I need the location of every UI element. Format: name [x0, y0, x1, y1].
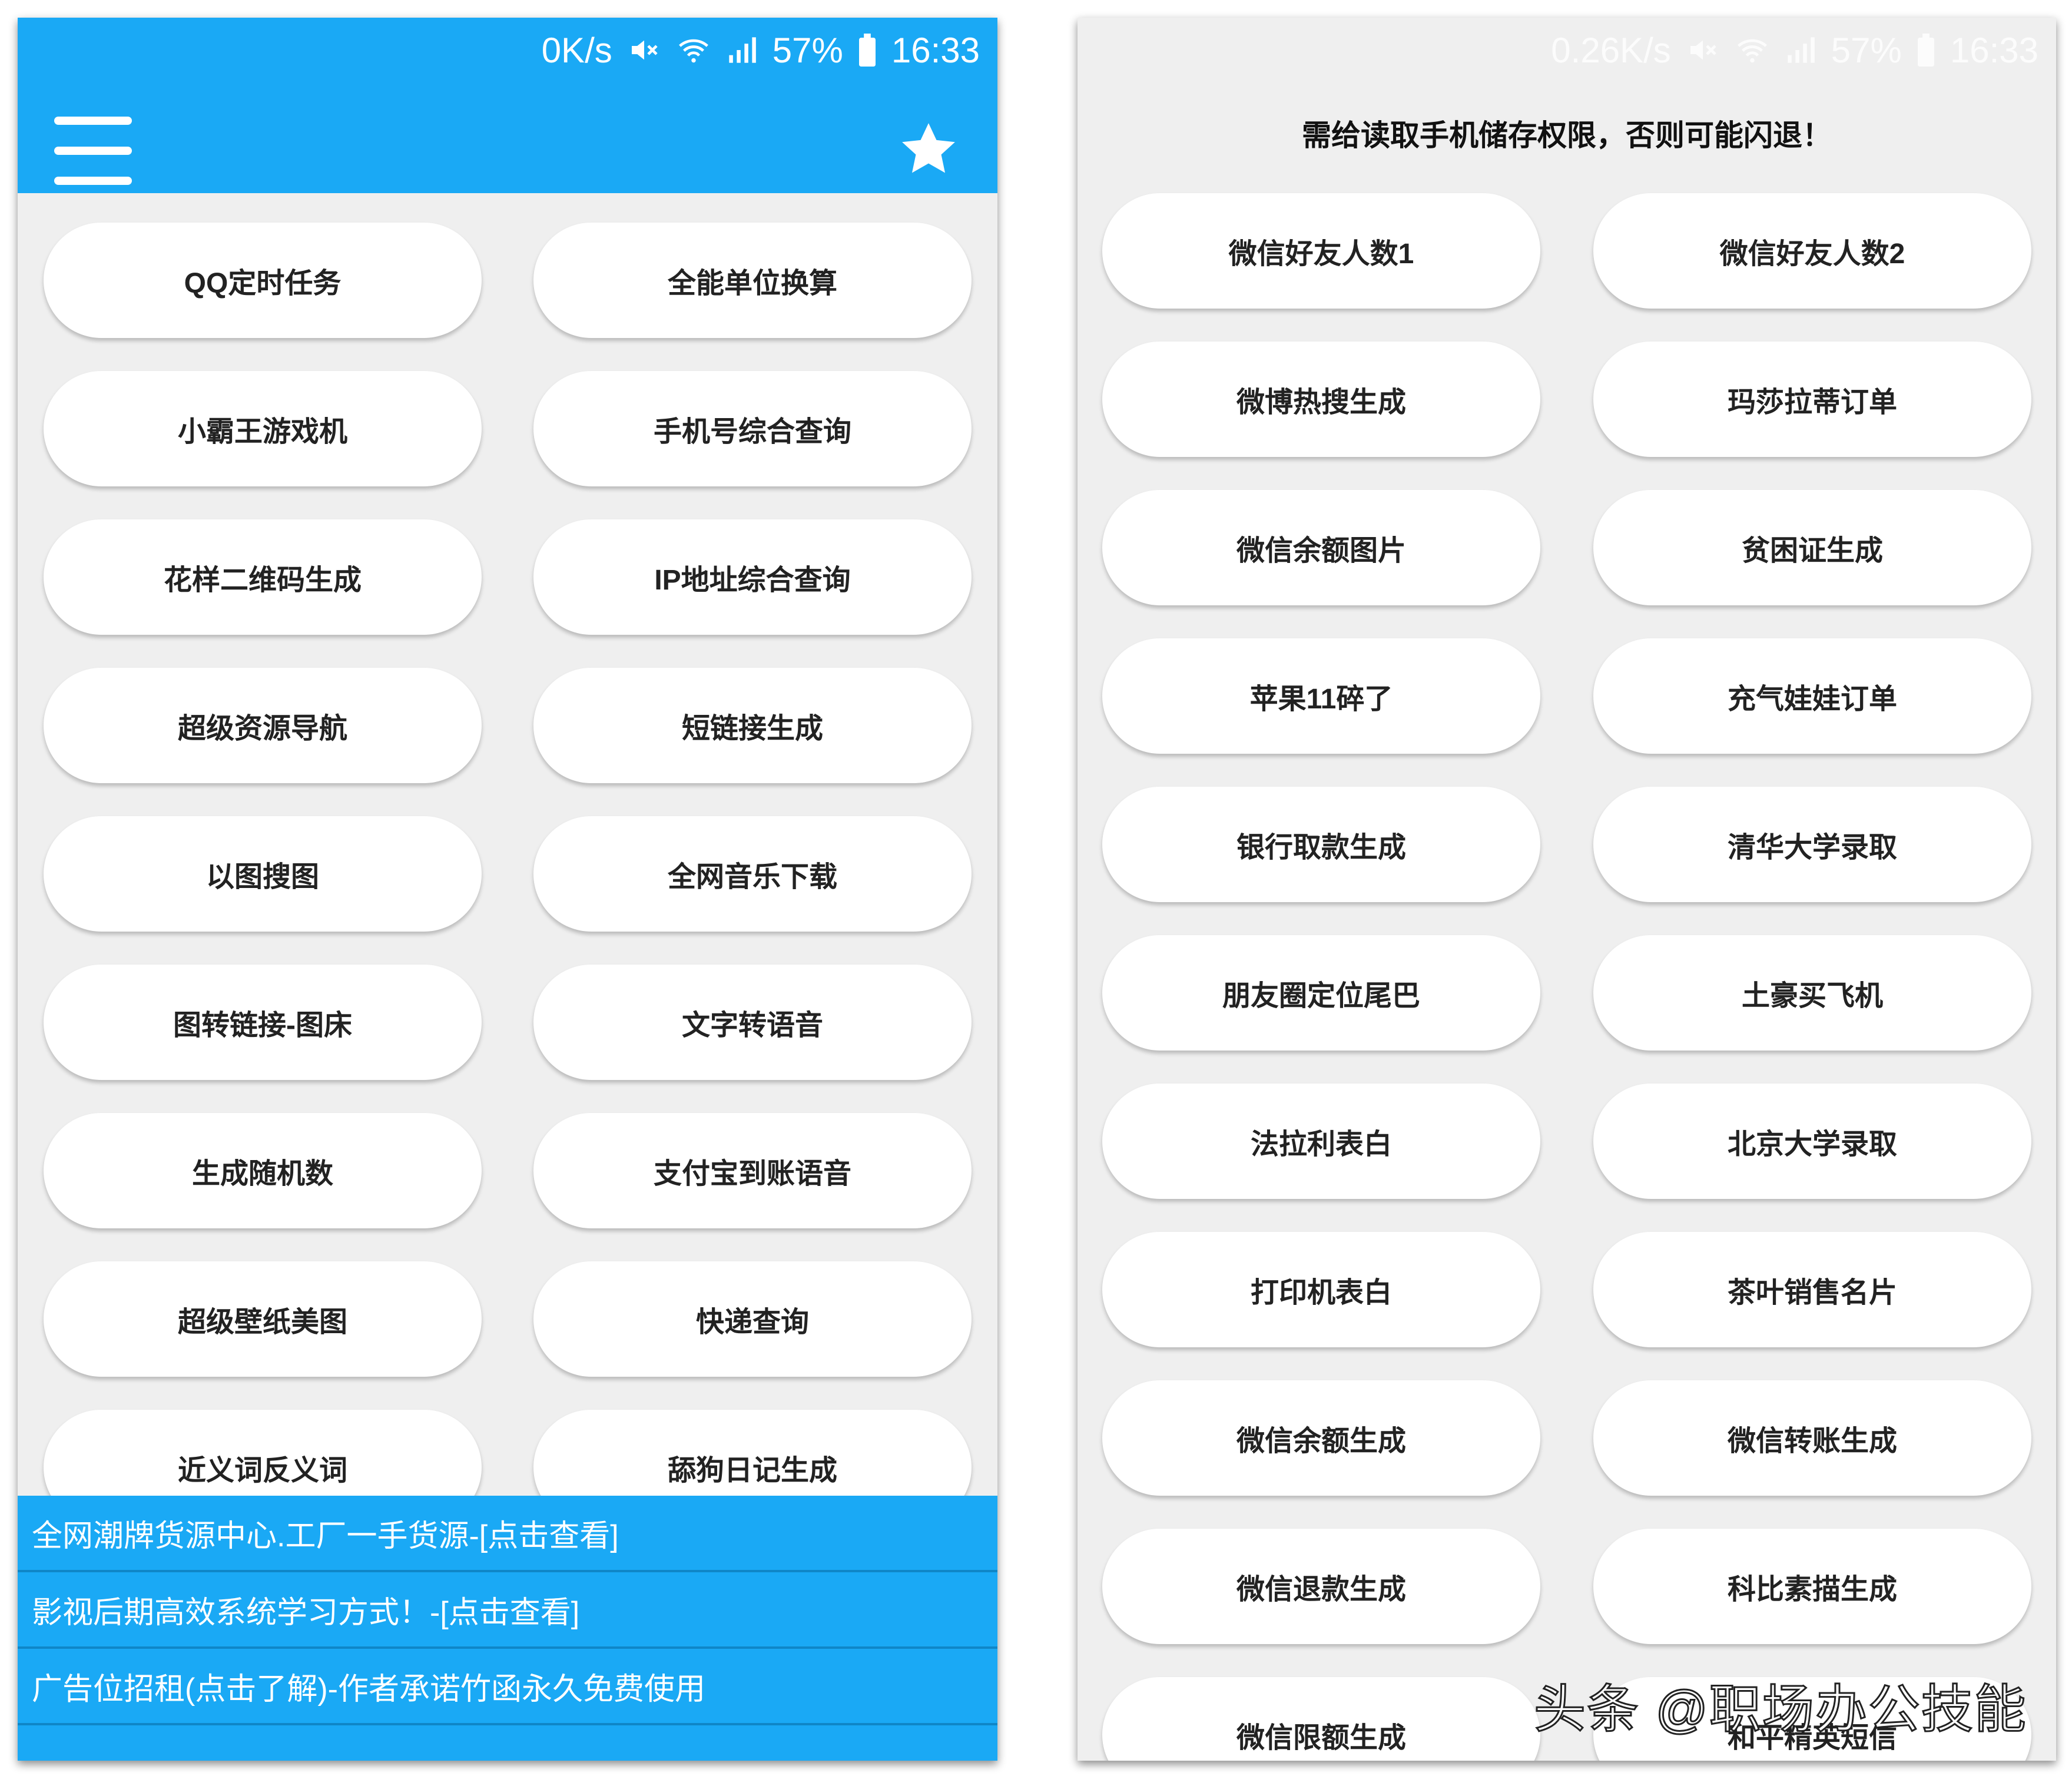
tool-button-poverty-certificate[interactable]: 贫困证生成	[1593, 490, 2031, 605]
status-bar: 0K/s 57% 16:33	[18, 18, 997, 82]
tool-button-moments-location[interactable]: 朋友圈定位尾巴	[1102, 935, 1540, 1051]
tool-button-doll-order[interactable]: 充气娃娃订单	[1593, 638, 2031, 754]
tool-button-peking-admission[interactable]: 北京大学录取	[1593, 1084, 2031, 1199]
tool-button-wechat-refund[interactable]: 微信退款生成	[1102, 1529, 1540, 1644]
ad-link[interactable]: 广告位招租(点击了解)-作者承诺竹函永久免费使用	[18, 1649, 997, 1725]
mute-icon	[628, 34, 661, 67]
tool-button-music-download[interactable]: 全网音乐下载	[533, 816, 972, 932]
battery-percent: 57%	[772, 30, 843, 70]
tool-button-rich-buys-plane[interactable]: 土豪买飞机	[1593, 935, 2031, 1051]
watermark: 头条 @职场办公技能	[1533, 1679, 2027, 1739]
tool-button-short-link[interactable]: 短链接生成	[533, 668, 972, 783]
tool-button-bank-withdrawal[interactable]: 银行取款生成	[1102, 787, 1540, 902]
tool-button-weibo-trending[interactable]: 微博热搜生成	[1102, 342, 1540, 457]
right-phone-screen: 0.26K/s 57% 16:33 需给读取手机储存权限，否则可能闪退！ 微信好…	[1078, 18, 2056, 1761]
tool-button-kobe-sketch[interactable]: 科比素描生成	[1593, 1529, 2031, 1644]
tool-button-tsinghua-admission[interactable]: 清华大学录取	[1593, 787, 2031, 902]
permission-notice: 需给读取手机储存权限，否则可能闪退！	[1302, 119, 1832, 152]
tool-button-text-to-speech[interactable]: 文字转语音	[533, 965, 972, 1080]
tool-button-wechat-balance-image[interactable]: 微信余额图片	[1102, 490, 1540, 605]
tool-button-maserati-order[interactable]: 玛莎拉蒂订单	[1593, 342, 2031, 457]
tool-button-phone-lookup[interactable]: 手机号综合查询	[533, 371, 972, 486]
tool-button-ip-lookup[interactable]: IP地址综合查询	[533, 519, 972, 635]
tool-button-wechat-balance[interactable]: 微信余额生成	[1102, 1380, 1540, 1496]
tool-button-printer-confession[interactable]: 打印机表白	[1102, 1232, 1540, 1347]
network-speed: 0.26K/s	[1551, 30, 1671, 70]
ad-link[interactable]: 全网潮牌货源中心.工厂一手货源-[点击查看]	[18, 1496, 997, 1572]
left-phone-screen: 0K/s 57% 16:33 QQ定时任务 全能单位换算 小霸王游戏机 手机号综…	[18, 18, 997, 1761]
clock: 16:33	[1950, 30, 2038, 70]
status-bar: 0.26K/s 57% 16:33	[1078, 18, 2056, 82]
tool-button-express-tracking[interactable]: 快递查询	[533, 1261, 972, 1377]
signal-icon	[727, 35, 757, 65]
hamburger-menu-icon[interactable]	[54, 117, 132, 185]
battery-percent: 57%	[1831, 30, 1902, 70]
tool-button-game-console[interactable]: 小霸王游戏机	[44, 371, 482, 486]
battery-icon	[1917, 34, 1935, 67]
tool-button-image-hosting[interactable]: 图转链接-图床	[44, 965, 482, 1080]
wifi-icon	[1735, 34, 1770, 67]
tool-button-broken-iphone[interactable]: 苹果11碎了	[1102, 638, 1540, 754]
tool-button-wechat-transfer[interactable]: 微信转账生成	[1593, 1380, 2031, 1496]
ad-banner-list: 全网潮牌货源中心.工厂一手货源-[点击查看] 影视后期高效系统学习方式！-[点击…	[18, 1496, 997, 1761]
mute-icon	[1686, 34, 1719, 67]
battery-icon	[858, 34, 876, 67]
tool-button-wechat-limit[interactable]: 微信限额生成	[1102, 1677, 1540, 1761]
tool-button-resource-navigation[interactable]: 超级资源导航	[44, 668, 482, 783]
clock: 16:33	[891, 30, 980, 70]
tool-button-ferrari-confession[interactable]: 法拉利表白	[1102, 1084, 1540, 1199]
star-icon[interactable]	[896, 118, 961, 183]
tool-button-unit-converter[interactable]: 全能单位换算	[533, 223, 972, 338]
tool-button-wechat-friends-1[interactable]: 微信好友人数1	[1102, 193, 1540, 309]
tool-button-tea-business-card[interactable]: 茶叶销售名片	[1593, 1232, 2031, 1347]
app-header: 0K/s 57% 16:33	[18, 18, 997, 193]
tool-button-wallpapers[interactable]: 超级壁纸美图	[44, 1261, 482, 1377]
tool-button-image-search[interactable]: 以图搜图	[44, 816, 482, 932]
tool-button-qq-scheduled-task[interactable]: QQ定时任务	[44, 223, 482, 338]
tool-button-alipay-voice[interactable]: 支付宝到账语音	[533, 1113, 972, 1228]
wifi-icon	[676, 34, 711, 67]
tool-button-random-number[interactable]: 生成随机数	[44, 1113, 482, 1228]
network-speed: 0K/s	[541, 30, 612, 70]
tool-button-wechat-friends-2[interactable]: 微信好友人数2	[1593, 193, 2031, 309]
ad-link[interactable]: 影视后期高效系统学习方式！-[点击查看]	[18, 1572, 997, 1649]
signal-icon	[1785, 35, 1816, 65]
tool-button-qr-generator[interactable]: 花样二维码生成	[44, 519, 482, 635]
